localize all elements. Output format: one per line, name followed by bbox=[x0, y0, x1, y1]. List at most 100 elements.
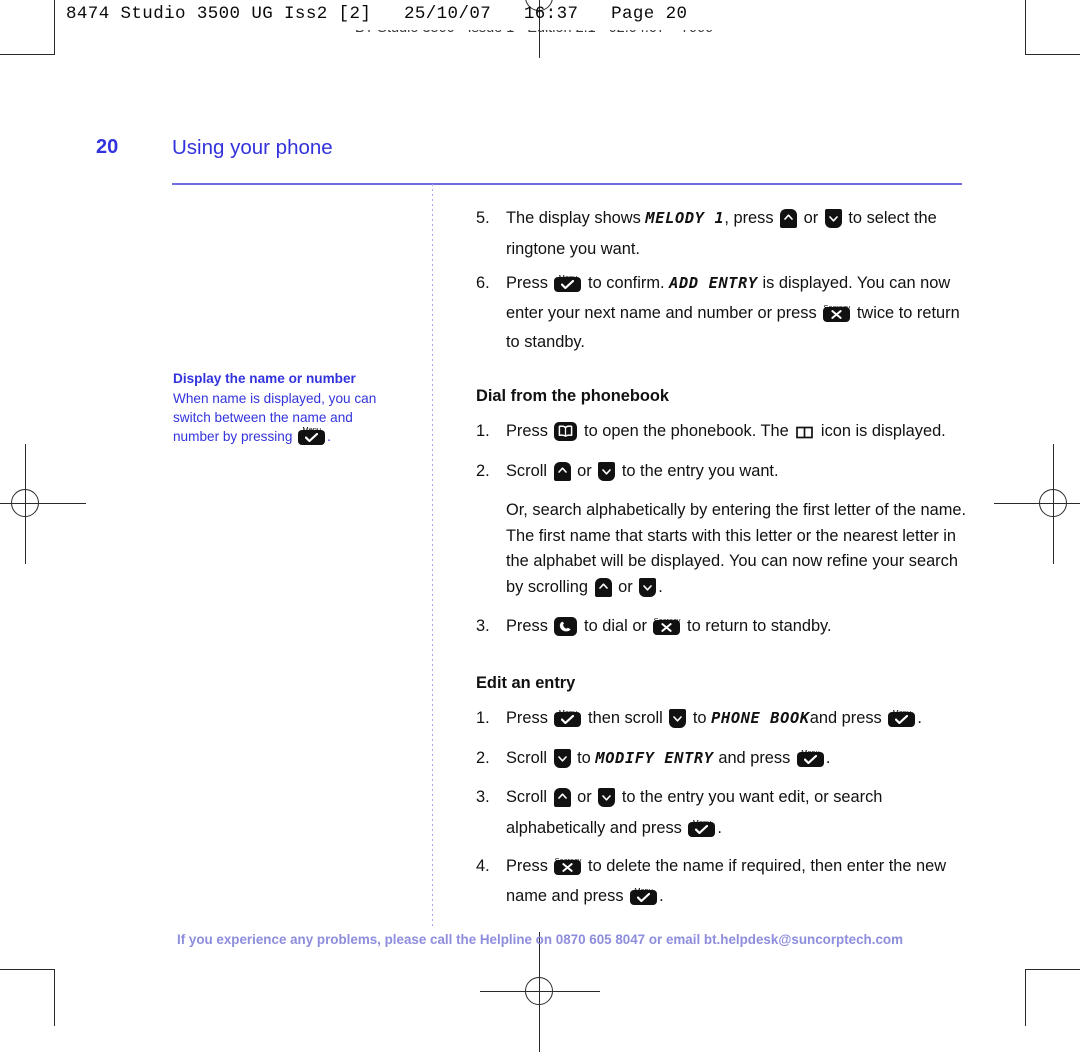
dial-step-3: 3. Press to dial or Secrecy to return to… bbox=[476, 614, 968, 645]
lcd-display-text: MODIFY ENTRY bbox=[595, 748, 714, 767]
down-key-cap bbox=[669, 709, 687, 728]
crop-mark-top-left bbox=[0, 0, 55, 55]
section-heading-dial-from-phonebook: Dial from the phonebook bbox=[476, 386, 670, 405]
down-key-cap bbox=[639, 577, 657, 597]
down-arrow-key-icon bbox=[553, 748, 571, 777]
sidebar-note-body: When name is displayed, you can switch b… bbox=[173, 389, 391, 450]
step-text: Press bbox=[506, 274, 548, 292]
dial-search-paragraph: Or, search alphabetically by entering th… bbox=[476, 498, 968, 605]
edit-step-1: 1. Press Menu then scroll to PHONE BOOKa… bbox=[476, 706, 968, 737]
step-text: Press bbox=[506, 422, 548, 440]
step-number: 1. bbox=[476, 709, 490, 727]
page-footer: If you experience any problems, please c… bbox=[176, 932, 903, 947]
step-period: . bbox=[825, 748, 831, 767]
menu-key-label: Menu bbox=[558, 273, 578, 282]
paragraph-period: . bbox=[658, 577, 663, 596]
down-arrow-key-icon bbox=[669, 709, 687, 737]
step-text: or bbox=[577, 788, 592, 806]
sidebar-note: Display the name or number When name is … bbox=[173, 369, 391, 450]
step-6: 6. Press Menu to confirm. ADD ENTRY is d… bbox=[476, 271, 968, 356]
down-arrow-key-icon bbox=[598, 461, 616, 490]
step-text: Press bbox=[506, 857, 548, 875]
step-text: and press bbox=[809, 709, 882, 727]
menu-key-label: Menu bbox=[801, 747, 820, 757]
step-text: Press bbox=[506, 709, 548, 727]
secrecy-key-label: Secrecy bbox=[653, 616, 681, 625]
menu-key-label: Menu bbox=[302, 425, 321, 434]
sidebar-note-text: When name is displayed, you can switch b… bbox=[173, 391, 377, 444]
crop-mark-top-right bbox=[1025, 0, 1080, 55]
lcd-display-text: PHONE BOOK bbox=[711, 709, 810, 727]
edit-step-4: 4. Press Secrecy to delete the name if r… bbox=[476, 854, 968, 913]
up-key-cap bbox=[553, 461, 571, 481]
up-arrow-key-icon bbox=[594, 577, 612, 606]
secrecy-key-icon: Secrecy bbox=[554, 856, 582, 884]
column-divider bbox=[432, 184, 433, 926]
sidebar-note-title: Display the name or number bbox=[173, 371, 356, 386]
step-5: 5. The display shows MELODY 1, press or … bbox=[476, 206, 968, 262]
step-text: and press bbox=[718, 748, 791, 767]
menu-key-icon: Menu bbox=[796, 748, 824, 776]
down-arrow-key-icon bbox=[824, 209, 842, 237]
sidebar-note-period: . bbox=[327, 429, 331, 444]
registration-circle bbox=[11, 489, 39, 517]
step-text: , press bbox=[724, 209, 774, 227]
down-arrow-key-icon bbox=[639, 577, 657, 606]
phonebook-key-icon bbox=[554, 422, 578, 450]
registration-line-horizontal bbox=[994, 503, 1080, 505]
down-key-cap bbox=[553, 748, 571, 768]
step-text: Press bbox=[506, 617, 548, 635]
registration-circle bbox=[525, 977, 553, 1005]
registration-mark-bottom bbox=[480, 932, 600, 1052]
crop-mark-bottom-left bbox=[0, 969, 55, 1026]
step-number: 2. bbox=[476, 461, 490, 480]
up-key-cap bbox=[780, 209, 798, 228]
menu-key-label: Menu bbox=[558, 708, 578, 717]
dial-key-cap bbox=[554, 617, 578, 636]
step-text: Scroll bbox=[506, 748, 547, 767]
menu-key-label: Menu bbox=[692, 817, 712, 827]
section-heading-edit-an-entry: Edit an entry bbox=[476, 673, 576, 692]
step-text: to bbox=[692, 709, 707, 727]
down-arrow-key-icon bbox=[598, 788, 616, 816]
menu-key-icon: Menu bbox=[554, 708, 582, 736]
step-text: to open the phonebook. The bbox=[584, 422, 789, 440]
edit-step-2: 2. Scroll to MODIFY ENTRY and press Menu… bbox=[476, 746, 968, 777]
step-text: to the entry you want. bbox=[621, 461, 779, 480]
step-text: or bbox=[803, 209, 819, 227]
step-number: 2. bbox=[476, 748, 490, 767]
up-arrow-key-icon bbox=[553, 461, 571, 490]
step-period: . bbox=[717, 818, 722, 837]
page-number: 20 bbox=[96, 136, 119, 158]
step-text: to return to standby. bbox=[687, 617, 832, 635]
main-content: 5. The display shows MELODY 1, press or … bbox=[476, 206, 968, 922]
up-arrow-key-icon bbox=[780, 209, 798, 237]
menu-key-icon: Menu bbox=[298, 425, 326, 450]
lcd-display-text: MELODY 1 bbox=[645, 209, 725, 227]
crop-mark-bottom-right bbox=[1025, 969, 1080, 1026]
edit-step-3: 3. Scroll or to the entry you want edit,… bbox=[476, 785, 968, 845]
registration-mark-left bbox=[0, 444, 86, 564]
registration-mark-right bbox=[994, 444, 1080, 564]
step-text: Scroll bbox=[506, 461, 547, 480]
step-number: 4. bbox=[476, 857, 490, 875]
step-number: 3. bbox=[476, 788, 490, 806]
secrecy-key-label: Secrecy bbox=[823, 302, 851, 312]
up-arrow-key-icon bbox=[553, 788, 571, 816]
print-slug-header: 8474 Studio 3500 UG Iss2 [2] 25/10/07 16… bbox=[66, 4, 688, 24]
up-key-cap bbox=[594, 577, 612, 597]
menu-key-icon: Menu bbox=[888, 708, 916, 736]
header-rule bbox=[172, 183, 962, 185]
menu-key-icon: Menu bbox=[554, 273, 582, 301]
dial-key-icon bbox=[554, 617, 578, 645]
step-text: to confirm. bbox=[588, 274, 665, 292]
phonebook-key-cap bbox=[554, 422, 578, 441]
down-key-cap bbox=[598, 461, 616, 481]
step-number: 5. bbox=[476, 209, 490, 227]
step-number: 1. bbox=[476, 422, 490, 440]
down-key-cap bbox=[598, 788, 616, 807]
menu-key-label: Menu bbox=[892, 708, 912, 717]
secrecy-key-icon: Secrecy bbox=[653, 616, 681, 644]
step-number: 6. bbox=[476, 274, 490, 292]
menu-key-label: Menu bbox=[634, 885, 653, 895]
